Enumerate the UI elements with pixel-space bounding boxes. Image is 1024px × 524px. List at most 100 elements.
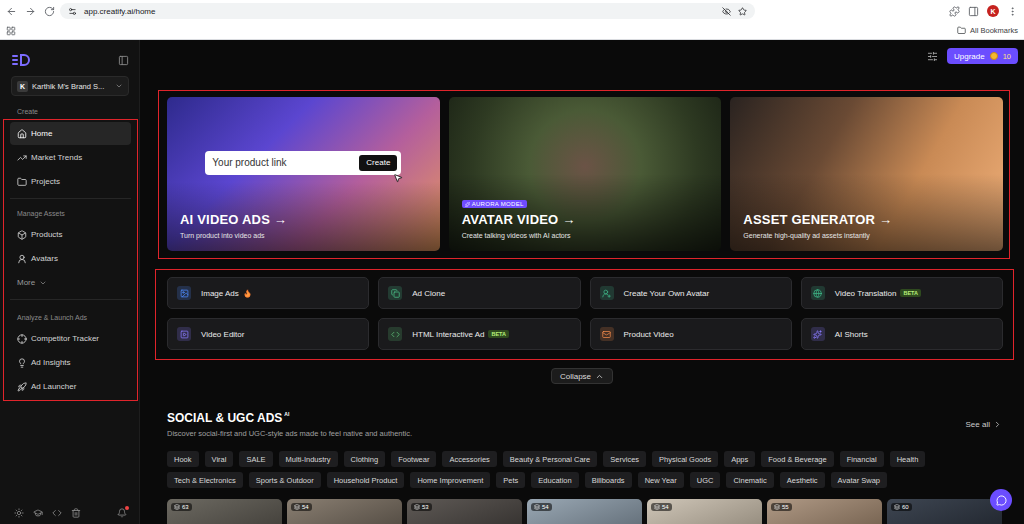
product-link-input[interactable]: Your product linkCreate <box>205 151 401 175</box>
chat-button[interactable] <box>990 489 1012 511</box>
extensions-icon[interactable] <box>949 6 960 17</box>
sun-icon[interactable] <box>14 508 24 518</box>
sidebar-item[interactable]: Avatars <box>10 247 131 270</box>
sidebar-item[interactable]: Market Trends <box>10 146 131 169</box>
tool-card[interactable]: AI Shorts <box>801 318 1003 350</box>
tag[interactable]: New Year <box>638 472 684 488</box>
collapse-button[interactable]: Collapse <box>551 368 613 384</box>
settings-button[interactable] <box>927 48 938 64</box>
graduation-cap-icon[interactable] <box>33 508 43 518</box>
tag[interactable]: Household Product <box>327 472 405 488</box>
tool-card[interactable]: Video TranslationBETA <box>801 277 1003 309</box>
create-button[interactable]: Create <box>359 155 397 171</box>
section-subtitle: Discover social-first and UGC-style ads … <box>167 429 412 439</box>
tag[interactable]: Accessories <box>442 451 496 467</box>
tag[interactable]: Home Improvement <box>410 472 490 488</box>
tag[interactable]: SALE <box>239 451 272 467</box>
hero-card-footer: ASSET GENERATOR →Generate high-quality a… <box>743 212 990 239</box>
tag[interactable]: Tech & Electronics <box>167 472 243 488</box>
tag[interactable]: Avatar Swap <box>831 472 887 488</box>
tag[interactable]: Financial <box>840 451 884 467</box>
ad-thumbnail[interactable]: 54 <box>287 499 402 524</box>
notifications[interactable] <box>117 508 127 518</box>
tag[interactable]: Health <box>890 451 926 467</box>
tag[interactable]: Footwear <box>391 451 436 467</box>
collapse-sidebar-icon[interactable] <box>118 55 129 66</box>
tag[interactable]: Sports & Outdoor <box>249 472 321 488</box>
layers-icon <box>774 504 780 510</box>
reload-icon[interactable] <box>44 6 55 17</box>
ad-thumbnail[interactable]: 54 <box>527 499 642 524</box>
back-icon[interactable] <box>6 6 17 17</box>
tag[interactable]: Clothing <box>344 451 386 467</box>
ad-thumbnail[interactable]: 53 <box>407 499 522 524</box>
fire-icon <box>243 289 252 298</box>
nav-group: ProductsAvatarsMore <box>10 223 131 294</box>
menu-icon[interactable] <box>1007 6 1018 17</box>
hero-card-body <box>743 97 990 212</box>
sidebar-nav: HomeMarket TrendsProjectsManage AssetsPr… <box>3 119 138 401</box>
ad-thumbnail[interactable]: 60 <box>887 499 1002 524</box>
tag[interactable]: Physical Goods <box>652 451 718 467</box>
sidebar-item[interactable]: Ad Launcher <box>10 375 131 398</box>
profile-avatar[interactable]: K <box>987 5 999 17</box>
forward-icon[interactable] <box>25 6 36 17</box>
user-plus-icon <box>602 289 611 298</box>
tool-card[interactable]: Image Ads <box>167 277 369 309</box>
site-info-icon[interactable] <box>68 7 77 16</box>
main: Upgrade10 Your product linkCreateAI VIDEO… <box>140 40 1024 524</box>
ad-thumbnail[interactable]: 63 <box>167 499 282 524</box>
code-icon[interactable] <box>52 508 62 518</box>
apps-icon[interactable] <box>6 26 16 36</box>
tag[interactable]: Viral <box>205 451 234 467</box>
star-icon[interactable] <box>738 7 747 16</box>
tag[interactable]: Services <box>603 451 646 467</box>
hero-card[interactable]: ASSET GENERATOR →Generate high-quality a… <box>730 97 1003 251</box>
hero-card[interactable]: Your product linkCreateAI VIDEO ADS →Tur… <box>167 97 440 251</box>
crosshair-icon <box>17 334 27 344</box>
globe-icon <box>813 289 822 298</box>
sidebar-item[interactable]: Home <box>10 122 131 145</box>
sidebar-item[interactable]: Products <box>10 223 131 246</box>
side-panel-icon[interactable] <box>968 6 979 17</box>
tag[interactable]: UGC <box>690 472 721 488</box>
creatify-logo-icon[interactable] <box>12 54 32 66</box>
tag[interactable]: Aesthetic <box>780 472 825 488</box>
tag[interactable]: Cinematic <box>726 472 773 488</box>
tag[interactable]: Multi-Industry <box>279 451 338 467</box>
eye-off-icon[interactable] <box>722 7 731 16</box>
count-badge: 53 <box>411 503 432 511</box>
sidebar-item[interactable]: Ad Insights <box>10 351 131 374</box>
ad-thumbnail[interactable]: 54 <box>647 499 762 524</box>
see-all-link[interactable]: See all <box>966 420 1002 429</box>
tag[interactable]: Hook <box>167 451 199 467</box>
tool-label: Create Your Own Avatar <box>624 289 710 298</box>
unread-dot <box>125 506 129 510</box>
tag[interactable]: Education <box>531 472 578 488</box>
hero-card[interactable]: AURORA MODELAVATAR VIDEO →Create talking… <box>449 97 722 251</box>
tool-card[interactable]: Product Video <box>590 318 792 350</box>
ad-thumbnail[interactable]: 55 <box>767 499 882 524</box>
tool-card[interactable]: Create Your Own Avatar <box>590 277 792 309</box>
tag[interactable]: Beauty & Personal Care <box>503 451 597 467</box>
hero-card-body: Your product linkCreate <box>180 97 427 212</box>
sidebar-item[interactable]: Competitor Tracker <box>10 327 131 350</box>
upgrade-button[interactable]: Upgrade10 <box>947 48 1018 64</box>
address-bar[interactable]: app.creatify.ai/home <box>60 3 755 19</box>
tool-card[interactable]: HTML Interactive AdBETA <box>378 318 580 350</box>
tool-icon-tile <box>388 327 402 341</box>
workspace-selector[interactable]: KKarthik M's Brand S... <box>11 76 129 96</box>
tag[interactable]: Pets <box>496 472 525 488</box>
section-label: Create <box>0 106 139 118</box>
trash-icon[interactable] <box>71 508 81 518</box>
tag[interactable]: Apps <box>724 451 755 467</box>
tag[interactable]: Billboards <box>585 472 632 488</box>
tool-card[interactable]: Video Editor <box>167 318 369 350</box>
tool-card[interactable]: Ad Clone <box>378 277 580 309</box>
hero-cards: Your product linkCreateAI VIDEO ADS →Tur… <box>158 90 1010 259</box>
page: app.creatify.ai/home K All Bookmarks KKarth… <box>0 0 1024 524</box>
all-bookmarks[interactable]: All Bookmarks <box>957 26 1018 35</box>
sidebar-item[interactable]: More <box>10 271 131 294</box>
sidebar-item[interactable]: Projects <box>10 170 131 193</box>
tag[interactable]: Food & Beverage <box>761 451 833 467</box>
